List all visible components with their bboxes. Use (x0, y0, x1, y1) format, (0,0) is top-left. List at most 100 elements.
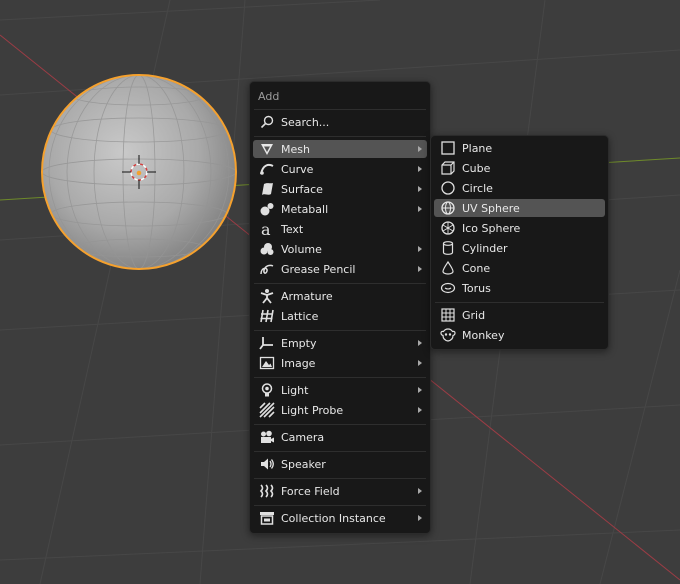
image-label: Image (281, 356, 316, 370)
separator (254, 136, 426, 137)
mesh-submenu: Plane Cube Circle UV Sphere Ico Sphere C… (430, 135, 609, 350)
submenu-arrow-icon (418, 146, 422, 152)
collection-instance-label: Collection Instance (281, 511, 386, 525)
image-icon (259, 355, 275, 371)
menu-item-image[interactable]: Image (253, 354, 427, 372)
search-label: Search... (281, 115, 330, 129)
cube-icon (440, 160, 456, 176)
submenu-arrow-icon (418, 407, 422, 413)
separator (254, 451, 426, 452)
circle-label: Circle (462, 181, 493, 195)
menu-item-lattice[interactable]: Lattice (253, 307, 427, 325)
camera-icon (259, 429, 275, 445)
uv-sphere-icon (440, 200, 456, 216)
mesh-item-grid[interactable]: Grid (434, 306, 605, 324)
mesh-label: Mesh (281, 142, 310, 156)
cube-label: Cube (462, 161, 491, 175)
menu-item-collection-instance[interactable]: Collection Instance (253, 509, 427, 527)
mesh-item-monkey[interactable]: Monkey (434, 326, 605, 344)
surface-icon (259, 181, 275, 197)
separator (254, 109, 426, 110)
mesh-item-cone[interactable]: Cone (434, 259, 605, 277)
menu-item-volume[interactable]: Volume (253, 240, 427, 258)
menu-item-speaker[interactable]: Speaker (253, 455, 427, 473)
metaball-icon (259, 201, 275, 217)
curve-label: Curve (281, 162, 314, 176)
monkey-icon (440, 327, 456, 343)
menu-item-surface[interactable]: Surface (253, 180, 427, 198)
submenu-arrow-icon (418, 515, 422, 521)
mesh-item-torus[interactable]: Torus (434, 279, 605, 297)
separator (254, 424, 426, 425)
monkey-label: Monkey (462, 328, 505, 342)
mesh-item-cylinder[interactable]: Cylinder (434, 239, 605, 257)
force-field-icon (259, 483, 275, 499)
svg-text:a: a (261, 221, 271, 237)
separator (254, 330, 426, 331)
menu-item-curve[interactable]: Curve (253, 160, 427, 178)
add-menu: Add Search... Mesh Curve Surface Metabal… (249, 81, 431, 534)
volume-label: Volume (281, 242, 322, 256)
grease-pencil-icon (259, 261, 275, 277)
light-label: Light (281, 383, 309, 397)
armature-label: Armature (281, 289, 333, 303)
menu-item-force-field[interactable]: Force Field (253, 482, 427, 500)
mesh-item-circle[interactable]: Circle (434, 179, 605, 197)
menu-item-grease-pencil[interactable]: Grease Pencil (253, 260, 427, 278)
cylinder-label: Cylinder (462, 241, 508, 255)
menu-item-light[interactable]: Light (253, 381, 427, 399)
speaker-label: Speaker (281, 457, 326, 471)
cone-label: Cone (462, 261, 491, 275)
submenu-arrow-icon (418, 266, 422, 272)
armature-icon (259, 288, 275, 304)
circle-icon (440, 180, 456, 196)
cone-icon (440, 260, 456, 276)
speaker-icon (259, 456, 275, 472)
torus-icon (440, 280, 456, 296)
mesh-item-plane[interactable]: Plane (434, 139, 605, 157)
grid-icon (440, 307, 456, 323)
submenu-arrow-icon (418, 488, 422, 494)
menu-title: Add (258, 90, 280, 103)
text-label: Text (281, 222, 304, 236)
search-icon (259, 114, 275, 130)
menu-item-light-probe[interactable]: Light Probe (253, 401, 427, 419)
menu-item-empty[interactable]: Empty (253, 334, 427, 352)
submenu-arrow-icon (418, 387, 422, 393)
force-field-label: Force Field (281, 484, 340, 498)
separator (254, 478, 426, 479)
mesh-item-cube[interactable]: Cube (434, 159, 605, 177)
submenu-arrow-icon (418, 340, 422, 346)
plane-icon (440, 140, 456, 156)
light-probe-icon (259, 402, 275, 418)
menu-item-mesh[interactable]: Mesh (253, 140, 427, 158)
empty-label: Empty (281, 336, 317, 350)
lattice-icon (259, 308, 275, 324)
volume-icon (259, 241, 275, 257)
menu-item-text[interactable]: a Text (253, 220, 427, 238)
ico-sphere-icon (440, 220, 456, 236)
curve-icon (259, 161, 275, 177)
grid-label: Grid (462, 308, 486, 322)
separator (254, 283, 426, 284)
menu-item-armature[interactable]: Armature (253, 287, 427, 305)
menu-item-metaball[interactable]: Metaball (253, 200, 427, 218)
cylinder-icon (440, 240, 456, 256)
surface-label: Surface (281, 182, 323, 196)
separator (254, 377, 426, 378)
camera-label: Camera (281, 430, 325, 444)
mesh-item-uv-sphere[interactable]: UV Sphere (434, 199, 605, 217)
submenu-arrow-icon (418, 246, 422, 252)
separator (435, 302, 604, 303)
plane-label: Plane (462, 141, 493, 155)
uv-sphere-label: UV Sphere (462, 201, 520, 215)
menu-item-camera[interactable]: Camera (253, 428, 427, 446)
mesh-item-ico-sphere[interactable]: Ico Sphere (434, 219, 605, 237)
lattice-label: Lattice (281, 309, 319, 323)
separator (254, 505, 426, 506)
submenu-arrow-icon (418, 360, 422, 366)
search-item[interactable]: Search... (253, 113, 427, 131)
metaball-label: Metaball (281, 202, 329, 216)
torus-label: Torus (462, 281, 491, 295)
mesh-icon (259, 141, 275, 157)
